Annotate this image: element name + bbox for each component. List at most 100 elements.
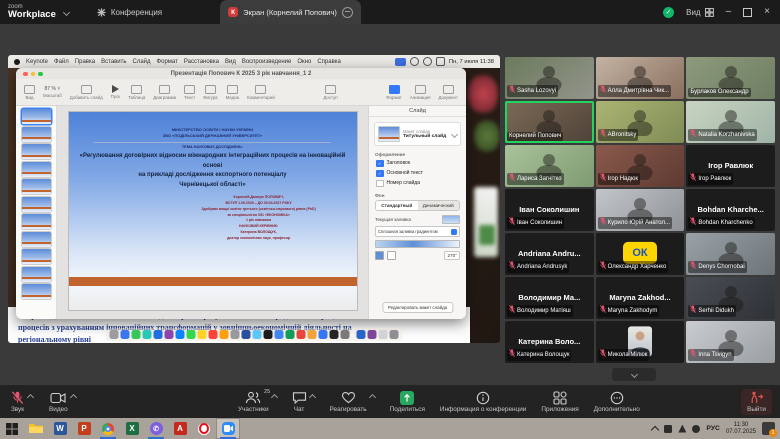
participant-tile[interactable]: Алла Дмитрівна Чик... (596, 57, 685, 99)
dock-app-icon[interactable] (143, 330, 152, 339)
taskbar-excel-icon[interactable]: X (120, 418, 144, 439)
dock-app-icon[interactable] (368, 330, 377, 339)
apps-button-main[interactable]: Приложения (541, 391, 578, 413)
leave-button-main[interactable]: Выйти (747, 391, 766, 413)
participant-tile[interactable]: Natalia Korzhanivska (686, 101, 775, 143)
keynote-tool-медиа[interactable]: Медиа (226, 85, 240, 100)
dock-app-icon[interactable] (242, 330, 251, 339)
react-button-main[interactable]: Реагировать (330, 391, 367, 413)
participant-tile[interactable]: Denys Chornobai (686, 233, 775, 275)
slide-thumbnail-9[interactable] (22, 249, 51, 264)
participant-tile[interactable]: Serhii Didukh (686, 277, 775, 319)
tab-screen-share[interactable]: К Экран (Корнелий Попович) (220, 0, 361, 24)
keynote-tool-диаграмма[interactable]: Диаграмма (153, 85, 176, 100)
zoom-level-dropdown[interactable]: 87 % ˅ (45, 86, 61, 92)
input-source-icon[interactable] (395, 58, 406, 66)
keynote-tool-текст[interactable]: Текст (184, 85, 195, 100)
minimize-button[interactable]: – (726, 7, 732, 17)
taskbar-acrobat-icon[interactable]: A (168, 418, 192, 439)
keynote-tool-таблица[interactable]: Таблица (128, 85, 145, 100)
traffic-lights[interactable] (23, 72, 43, 77)
dock-app-icon[interactable] (176, 330, 185, 339)
toolbar-video-button[interactable]: Видео (49, 391, 76, 413)
video-options-chevron[interactable] (70, 393, 77, 400)
keynote-tool-формат[interactable]: Формат (386, 85, 402, 100)
more-button-main[interactable]: Дополнительно (594, 391, 640, 413)
participants-options-chevron[interactable] (270, 393, 277, 400)
gradient-color-well-1[interactable] (375, 251, 384, 260)
taskbar-explorer-icon[interactable] (24, 418, 48, 439)
participant-tile[interactable]: Sasha Lozovyi (505, 57, 594, 99)
dock-app-icon[interactable] (286, 330, 295, 339)
slide-thumbnail-3[interactable] (22, 144, 51, 159)
taskbar-zoom-icon[interactable] (216, 418, 240, 439)
toolbar-leave-button[interactable]: Выйти (741, 389, 772, 415)
keynote-tool-масштаб[interactable]: 87 % ˅Масштаб (43, 86, 62, 98)
dock-app-icon[interactable] (379, 330, 388, 339)
menu-item-формат[interactable]: Формат (157, 59, 178, 65)
checkbox-row-основной-текст[interactable]: ✓Основной текст (376, 170, 459, 178)
segment-standard[interactable]: Стандартный (376, 201, 418, 210)
participant-tile[interactable]: Maryna Zakhod...Maryna Zakhodym (596, 277, 685, 319)
chat-options-chevron[interactable] (308, 393, 315, 400)
toolbar-info-button[interactable]: Информация о конференции (440, 391, 526, 413)
dock-app-icon[interactable] (121, 330, 130, 339)
dock-app-icon[interactable] (308, 330, 317, 339)
toolbar-more-button[interactable]: Дополнительно (594, 391, 640, 413)
participant-tile[interactable]: Курило Юрій Анатол... (596, 189, 685, 231)
menu-item-слайд[interactable]: Слайд (133, 59, 151, 65)
dock-app-icon[interactable] (357, 330, 366, 339)
toolbar-share-button[interactable]: Поделиться (390, 391, 425, 413)
keynote-tool-доступ[interactable]: Доступ (323, 85, 337, 100)
keynote-tool-вид[interactable]: Вид (24, 85, 35, 100)
dock-app-icon[interactable] (198, 330, 207, 339)
tab-meeting[interactable]: Конференция (97, 8, 162, 17)
workspace-chevron-icon[interactable] (63, 8, 70, 15)
layout-chevron-icon[interactable] (451, 130, 458, 137)
segment-dynamic[interactable]: Динамический (418, 201, 460, 210)
checkbox-row-номер-слайда[interactable]: Номер слайда (376, 180, 459, 188)
menu-item-справка[interactable]: Справка (317, 59, 341, 65)
slide[interactable]: МІНІСТЕРСТВО ОСВІТИ І НАУКИ УКРАЇНИ ЗВО … (69, 112, 357, 310)
video-button-main[interactable]: Видео (49, 391, 68, 413)
participant-tile[interactable]: Ігор Надюк (596, 145, 685, 187)
dock-app-icon[interactable] (220, 330, 229, 339)
dock-app-icon[interactable] (253, 330, 262, 339)
menu-item-расстановка[interactable]: Расстановка (184, 59, 219, 65)
dock-app-icon[interactable] (110, 330, 119, 339)
notification-center-icon[interactable]: 1 (762, 422, 775, 435)
dock-app-icon[interactable] (154, 330, 163, 339)
slide-thumbnail-11[interactable] (22, 284, 51, 299)
audio-options-chevron[interactable] (27, 393, 34, 400)
slide-layout-card[interactable]: Макет слайда Титульный слайд (374, 122, 461, 146)
participant-tile[interactable]: Володимир Ма...Володимир Матіяш (505, 277, 594, 319)
menu-item-правка[interactable]: Правка (75, 59, 95, 65)
dock-app-icon[interactable] (341, 330, 350, 339)
fill-type-select[interactable]: Сплошная заливка градиентом (375, 226, 460, 237)
tab-minimize-icon[interactable] (342, 7, 353, 18)
participant-tile[interactable]: Іван СоколишинІван Соколишин (505, 189, 594, 231)
gradient-angle-field[interactable]: 270° (444, 251, 460, 260)
keynote-tool-комментарий[interactable]: Комментарий (247, 85, 275, 100)
slide-thumbnail-7[interactable] (22, 214, 51, 229)
gradient-preview[interactable] (375, 240, 460, 248)
slide-thumbnail-10[interactable] (22, 267, 51, 282)
react-options-chevron[interactable] (369, 393, 376, 400)
edit-slide-layout-button[interactable]: Редактировать макет слайда (382, 302, 453, 313)
background-segmented-control[interactable]: Стандартный Динамический (375, 200, 460, 211)
tray-clock[interactable]: 11:30 07.07.2025 (726, 422, 756, 436)
checkbox-row-заголовок[interactable]: ✓Заголовок (376, 160, 459, 168)
search-icon[interactable] (423, 57, 432, 66)
taskbar-chrome-icon[interactable] (96, 418, 120, 439)
dock-app-icon[interactable] (264, 330, 273, 339)
tray-network-icon[interactable] (678, 425, 686, 433)
tray-mic-icon[interactable] (664, 425, 672, 433)
view-button[interactable]: Вид (686, 8, 713, 17)
toolbar-participants-button[interactable]: 25Участники (238, 391, 277, 413)
info-button-main[interactable]: Информация о конференции (440, 391, 526, 413)
keynote-tool-документ[interactable]: Документ (439, 85, 458, 100)
fill-swatch[interactable] (442, 215, 460, 224)
share-button-main[interactable]: Поделиться (390, 391, 425, 413)
checkbox-icon[interactable] (376, 180, 384, 188)
menu-item-воспроизведение[interactable]: Воспроизведение (242, 59, 292, 65)
